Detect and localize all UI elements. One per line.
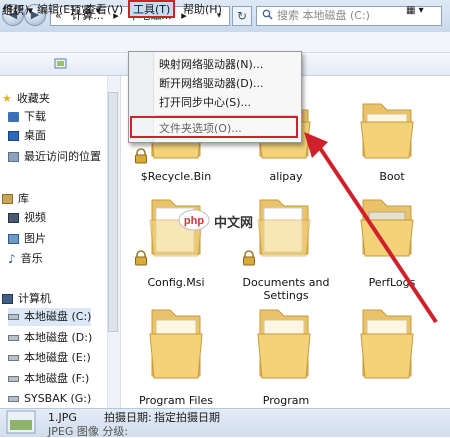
- download-folder-icon: [8, 112, 19, 122]
- nav-downloads-label: 下载: [24, 110, 46, 123]
- search-placeholder: 搜索 本地磁盘 (C:): [277, 9, 370, 22]
- folder-label: $Recycle.Bin: [140, 170, 212, 183]
- computer-icon: [2, 294, 13, 304]
- pictures-icon: [8, 234, 19, 244]
- nav-pictures-label: 图片: [24, 232, 46, 245]
- status-date-label: 拍摄日期:: [104, 411, 152, 424]
- preview-icon: [54, 58, 67, 69]
- map-network-drive-item[interactable]: 映射网络驱动器(N)...: [159, 56, 263, 74]
- star-icon: ★: [2, 92, 12, 105]
- organize-button[interactable]: 组织 ▾: [2, 3, 33, 19]
- drive-icon: [8, 396, 19, 402]
- nav-videos-label: 视频: [24, 211, 46, 224]
- folder-label: Program: [262, 394, 310, 407]
- nav-drive-g[interactable]: SYSBAK (G:): [8, 390, 91, 408]
- drive-icon: [8, 314, 19, 320]
- folder-options-highlight: [130, 116, 298, 138]
- nav-music-label: 音乐: [20, 252, 43, 265]
- nav-drive-d[interactable]: 本地磁盘 (D:): [8, 329, 92, 347]
- folder-label: Program Files: [138, 394, 214, 407]
- drive-icon: [8, 355, 19, 361]
- folder-label: Config.Msi: [147, 276, 205, 289]
- nav-favorites-label: 收藏夹: [16, 92, 50, 105]
- lock-icon: [135, 250, 147, 266]
- nav-computer[interactable]: 计算机: [2, 290, 51, 308]
- status-date-value[interactable]: 指定拍摄日期: [154, 412, 220, 424]
- nav-videos[interactable]: 视频: [8, 209, 46, 227]
- desktop-icon: [8, 131, 19, 141]
- recent-places-icon: [8, 152, 19, 162]
- lock-icon: [243, 250, 255, 266]
- drive-icon: [8, 376, 19, 382]
- nav-scrollbar-thumb[interactable]: [108, 92, 118, 332]
- library-icon: [2, 194, 13, 204]
- nav-drive-e[interactable]: 本地磁盘 (E:): [8, 349, 91, 367]
- video-icon: [8, 213, 19, 223]
- nav-recent-label: 最近访问的位置: [24, 150, 101, 163]
- nav-favorites[interactable]: ★ 收藏夹: [2, 90, 50, 108]
- image-thumbnail-icon: [6, 410, 36, 434]
- music-icon: ♪: [8, 252, 16, 266]
- status-type-rating: JPEG 图像 分级:: [48, 425, 129, 438]
- lock-icon: [135, 148, 147, 164]
- nav-desktop-label: 桌面: [24, 129, 46, 142]
- search-icon: [262, 9, 273, 20]
- folder-icon[interactable]: [144, 300, 208, 386]
- svg-text:php: php: [184, 215, 204, 227]
- nav-drive-c[interactable]: 本地磁盘 (C:): [8, 308, 92, 326]
- nav-drive-f-label: 本地磁盘 (F:): [24, 372, 90, 385]
- preview-button[interactable]: 预览 ▾: [70, 3, 101, 19]
- nav-drive-d-label: 本地磁盘 (D:): [24, 331, 93, 344]
- refresh-button[interactable]: ↻: [232, 6, 252, 26]
- nav-drive-g-label: SYSBAK (G:): [24, 392, 92, 405]
- watermark-logo: php 中文网: [178, 206, 278, 234]
- nav-pictures[interactable]: 图片: [8, 230, 46, 248]
- nav-libraries[interactable]: 库: [2, 190, 29, 208]
- nav-libraries-label: 库: [18, 192, 29, 205]
- disconnect-network-drive-item[interactable]: 断开网络驱动器(D)...: [159, 75, 264, 93]
- open-sync-center-item[interactable]: 打开同步中心(S)...: [159, 94, 251, 112]
- menu-help[interactable]: 帮助(H): [180, 2, 225, 18]
- annotation-arrow-icon: [304, 132, 438, 324]
- nav-computer-label: 计算机: [18, 292, 51, 305]
- watermark-text: 中文网: [214, 216, 254, 231]
- drive-icon: [8, 335, 19, 341]
- nav-music[interactable]: ♪ 音乐: [8, 250, 43, 268]
- nav-drive-f[interactable]: 本地磁盘 (F:): [8, 370, 89, 388]
- nav-drive-c-label: 本地磁盘 (C:): [24, 310, 92, 323]
- nav-recent[interactable]: 最近访问的位置: [8, 148, 101, 166]
- status-filename: 1.JPG: [48, 411, 77, 424]
- menu-tools[interactable]: 工具(T): [128, 0, 176, 18]
- view-options-icon[interactable]: ▦ ▾: [406, 3, 424, 19]
- nav-downloads[interactable]: 下载: [8, 108, 46, 126]
- menu-bar: [0, 32, 450, 53]
- nav-desktop[interactable]: 桌面: [8, 127, 46, 145]
- nav-drive-e-label: 本地磁盘 (E:): [24, 351, 91, 364]
